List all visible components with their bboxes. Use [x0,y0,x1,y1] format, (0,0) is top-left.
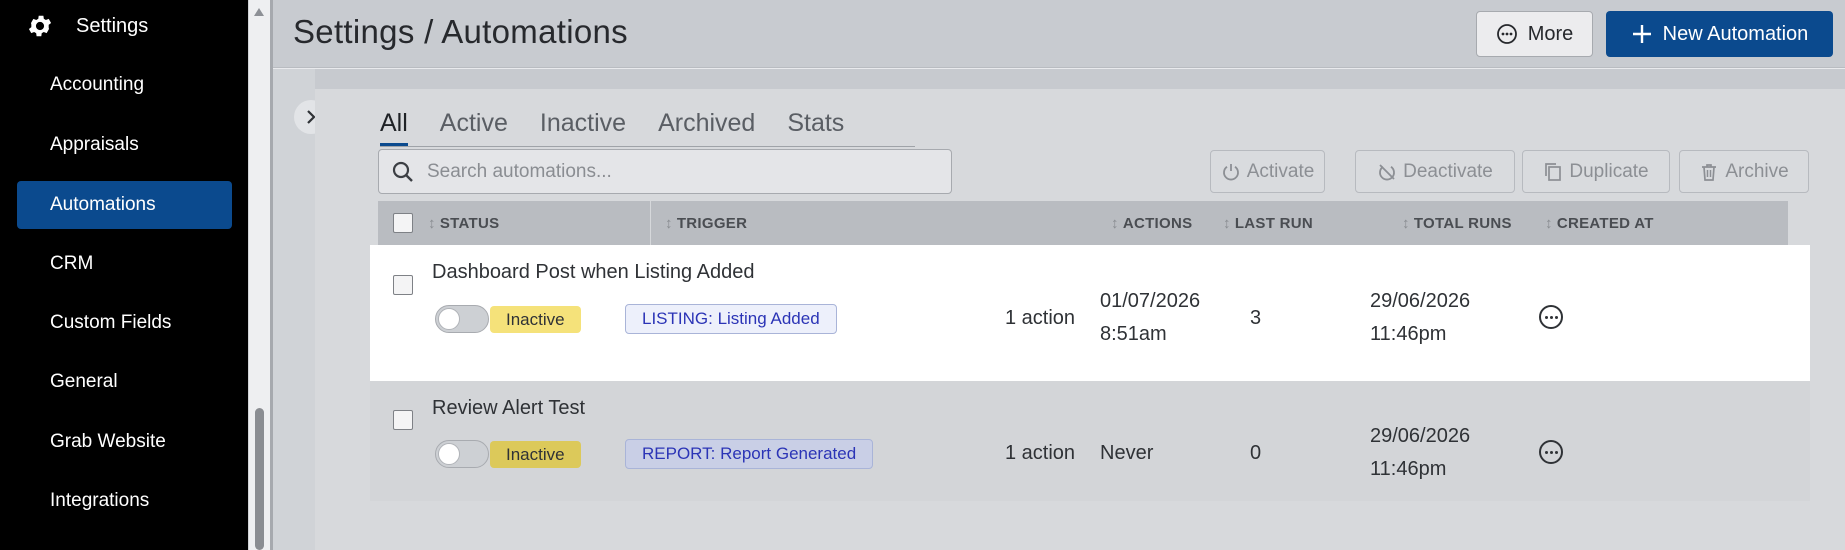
column-header-status[interactable]: ↕ STATUS [428,201,499,245]
select-all-checkbox[interactable] [393,213,413,233]
created-time: 11:46pm [1370,458,1447,480]
automation-name[interactable]: Review Alert Test [432,397,585,420]
row-more-icon[interactable] [1539,440,1563,464]
power-off-icon [1379,163,1395,180]
tab-stats[interactable]: Stats [787,109,844,146]
tab-inactive[interactable]: Inactive [540,109,626,146]
deactivate-label: Deactivate [1403,160,1493,182]
filter-panel-collapsed [273,69,315,550]
sidebar: Settings Accounting Appraisals Automatio… [0,0,248,550]
sort-icon: ↕ [1402,214,1410,232]
gear-icon [28,15,52,37]
activate-label: Activate [1246,160,1315,182]
trigger-tag: LISTING: Listing Added [625,304,837,334]
table-row[interactable]: Dashboard Post when Listing Added Inacti… [370,245,1810,381]
content-area: All Active Inactive Archived Stats Activ… [273,69,1845,550]
last-run-date: Never [1100,442,1154,464]
tab-archived[interactable]: Archived [658,109,755,146]
status-toggle[interactable] [435,305,489,333]
column-header-trigger[interactable]: ↕ TRIGGER [665,201,747,245]
power-icon [1222,163,1239,180]
more-icon [1496,24,1517,44]
column-header-created-at[interactable]: ↕ CREATED AT [1545,201,1654,245]
sort-icon: ↕ [665,214,673,232]
sidebar-item-integrations[interactable]: Integrations [17,477,232,525]
more-button-label: More [1527,22,1574,45]
page-header: Settings / Automations More New Automati… [273,0,1845,68]
search-box [378,149,952,194]
new-automation-button[interactable]: New Automation [1606,11,1833,57]
row-checkbox[interactable] [393,410,413,430]
trash-icon [1702,163,1717,181]
sort-icon: ↕ [1111,214,1119,232]
row-more-icon[interactable] [1539,305,1563,329]
sidebar-item-accounting[interactable]: Accounting [17,61,232,109]
plus-icon [1632,25,1651,43]
actions-count: 1 action [1005,442,1076,464]
status-toggle[interactable] [435,440,489,468]
activate-button[interactable]: Activate [1210,150,1325,193]
toggle-knob [438,443,460,465]
sort-icon: ↕ [1223,214,1231,232]
column-header-actions[interactable]: ↕ ACTIONS [1111,201,1192,245]
total-runs: 0 [1250,442,1262,464]
sidebar-header[interactable]: Settings [26,12,148,40]
total-runs: 3 [1250,307,1262,329]
search-icon [392,161,413,182]
page-title: Settings / Automations [293,13,628,50]
table-row[interactable]: Review Alert Test Inactive REPORT: Repor… [370,381,1810,501]
sidebar-item-crm[interactable]: CRM [17,240,232,288]
search-input[interactable] [427,160,907,183]
table-header: ↕ STATUS ↕ TRIGGER ↕ ACTIONS ↕ LAST RUN ↕ TOT… [378,201,1788,245]
duplicate-icon [1545,162,1562,181]
automation-name[interactable]: Dashboard Post when Listing Added [432,261,754,284]
sidebar-scrollbar[interactable] [248,0,270,550]
toggle-knob [438,308,460,330]
actions-count: 1 action [1005,307,1076,329]
tab-active[interactable]: Active [440,109,508,146]
last-run-date: 01/07/2026 [1100,290,1201,312]
sidebar-item-general[interactable]: General [17,358,232,406]
column-divider [650,201,651,245]
tab-bar: All Active Inactive Archived Stats [380,109,915,147]
more-button[interactable]: More [1476,11,1593,57]
archive-label: Archive [1725,160,1789,182]
sidebar-header-label: Settings [76,14,149,37]
created-date: 29/06/2026 [1370,290,1471,312]
sort-icon: ↕ [428,214,436,232]
duplicate-label: Duplicate [1569,160,1649,182]
new-automation-label: New Automation [1662,22,1809,45]
column-header-total-runs[interactable]: ↕ TOTAL RUNS [1402,201,1512,245]
scroll-up-arrow-icon[interactable] [254,8,264,16]
deactivate-button[interactable]: Deactivate [1355,150,1515,193]
sort-icon: ↕ [1545,214,1553,232]
column-header-last-run[interactable]: ↕ LAST RUN [1223,201,1313,245]
sidebar-item-appraisals[interactable]: Appraisals [17,121,232,169]
tab-all[interactable]: All [380,109,408,146]
last-run-time: 8:51am [1100,323,1167,345]
row-checkbox[interactable] [393,275,413,295]
sidebar-item-custom-fields[interactable]: Custom Fields [17,299,232,347]
duplicate-button[interactable]: Duplicate [1522,150,1670,193]
sidebar-scroll-thumb[interactable] [255,408,264,550]
created-time: 11:46pm [1370,323,1447,345]
status-badge: Inactive [490,306,581,333]
trigger-tag: REPORT: Report Generated [625,439,874,469]
automations-table: ↕ STATUS ↕ TRIGGER ↕ ACTIONS ↕ LAST RUN ↕ TOT… [370,201,1845,501]
created-date: 29/06/2026 [1370,425,1471,447]
archive-button[interactable]: Archive [1679,150,1809,193]
sidebar-item-grab-website[interactable]: Grab Website [17,418,232,466]
sidebar-item-automations[interactable]: Automations [17,181,232,229]
status-badge: Inactive [490,441,581,468]
